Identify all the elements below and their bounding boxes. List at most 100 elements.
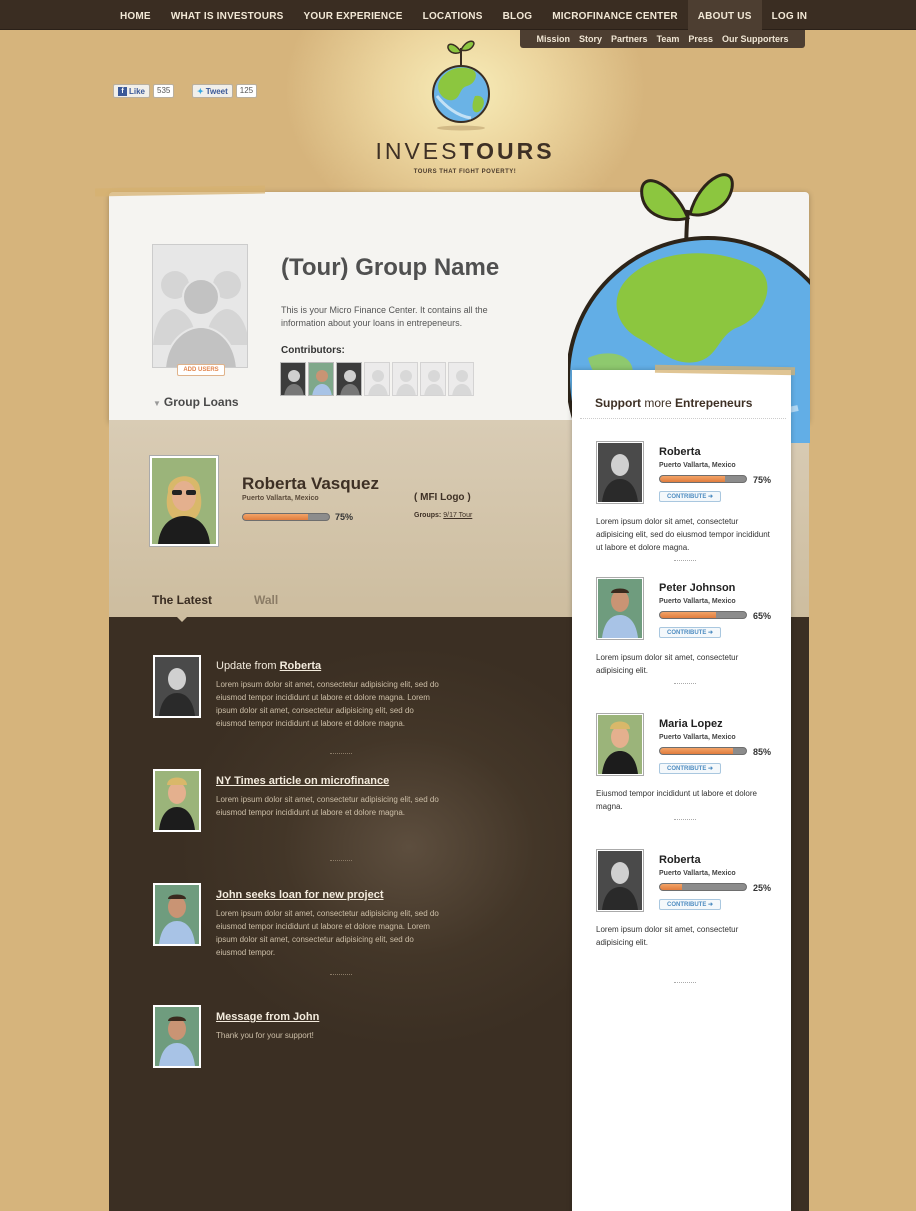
feed-item-title-link[interactable]: Message from John [216, 1011, 319, 1023]
twitter-bird-icon: ✦ [197, 86, 204, 96]
entrepreneur-location: Puerto Vallarta, Mexico [659, 598, 736, 605]
contributor-placeholder[interactable] [448, 362, 474, 396]
like-label: Like [129, 86, 146, 96]
entrepreneur-name[interactable]: Maria Lopez [659, 718, 723, 730]
nav-about-us[interactable]: ABOUT US [687, 0, 762, 30]
group-loans-label: Group Loans [163, 395, 239, 409]
tab-wall[interactable]: Wall [254, 593, 278, 607]
subnav-press[interactable]: Press [688, 34, 713, 44]
tab-the-latest[interactable]: The Latest [152, 593, 212, 607]
feed-thumbnail[interactable] [153, 769, 201, 832]
globe-sprout-logo-icon[interactable] [425, 36, 497, 131]
entrepreneur-location: Puerto Vallarta, Mexico [659, 870, 736, 877]
person-photo-icon [155, 885, 199, 944]
entrepreneur-photo[interactable] [596, 849, 644, 912]
nav-your-experience[interactable]: YOUR EXPERIENCE [294, 0, 413, 30]
entrepreneur-photo[interactable] [596, 577, 644, 640]
contribute-button[interactable]: CONTRIBUTE ➜ [659, 763, 721, 774]
sidebar-entry-divider [674, 819, 696, 820]
sidebar-title: Support more Entrepeneurs [595, 396, 752, 410]
nav-blog[interactable]: BLOG [493, 0, 543, 30]
feed-divider [330, 753, 352, 754]
add-users-button[interactable]: ADD USERS [177, 364, 225, 376]
logo-wordmark[interactable]: INVESTOURS [360, 138, 570, 165]
person-photo-icon [152, 458, 216, 544]
nav-log-in[interactable]: LOG IN [762, 0, 818, 30]
logo-wordmark-light: INVES [375, 138, 460, 164]
logo-tagline: TOURS THAT FIGHT POVERTY! [413, 169, 517, 175]
entrepreneur-name[interactable]: Roberta [659, 854, 701, 866]
subnav-team[interactable]: Team [657, 34, 680, 44]
entrepreneur-name[interactable]: Peter Johnson [659, 582, 735, 594]
subnav-mission[interactable]: Mission [537, 34, 571, 44]
feed-item-title-link[interactable]: John seeks loan for new project [216, 889, 384, 901]
contributor-placeholder[interactable] [392, 362, 418, 396]
group-loans-toggle[interactable]: ▼ Group Loans [153, 395, 239, 409]
contribute-button[interactable]: CONTRIBUTE ➜ [659, 491, 721, 502]
person-silhouette-icon [452, 370, 472, 395]
contribute-button[interactable]: CONTRIBUTE ➜ [659, 899, 721, 910]
contributor-placeholder[interactable] [420, 362, 446, 396]
contribute-button[interactable]: CONTRIBUTE ➜ [659, 627, 721, 638]
facebook-like-button[interactable]: f Like [113, 84, 151, 98]
contributor-avatar[interactable] [336, 362, 362, 396]
person-silhouette-icon [368, 370, 388, 395]
active-tab-indicator [176, 616, 188, 622]
contributor-placeholder[interactable] [364, 362, 390, 396]
entrepreneur-progress-bar [659, 883, 747, 891]
groups-label: Groups: [414, 512, 442, 519]
feed-item-title: Update from Roberta [216, 660, 321, 672]
contributor-avatar[interactable] [308, 362, 334, 396]
nav-locations[interactable]: LOCATIONS [413, 0, 493, 30]
tweet-label: Tweet [205, 86, 228, 96]
entrepreneur-description: Eiusmod tempor incididunt ut labore et d… [596, 789, 757, 811]
entrepreneur-location: Puerto Vallarta, Mexico [659, 734, 736, 741]
profile-percent: 75% [335, 512, 354, 522]
entrepreneur-photo[interactable] [596, 713, 644, 776]
facebook-icon: f [118, 86, 127, 96]
entrepreneur-progress-bar [659, 747, 747, 755]
facebook-like-widget: f Like 535 [113, 84, 175, 98]
tweet-button[interactable]: ✦ Tweet [192, 84, 233, 98]
person-photo-icon [309, 363, 333, 395]
entrepreneur-name[interactable]: Roberta [659, 446, 701, 458]
entrepreneur-photo[interactable] [596, 441, 644, 504]
nav-microfinance-center[interactable]: MICROFINANCE CENTER [542, 0, 687, 30]
feed-thumbnail[interactable] [153, 655, 201, 718]
tweet-count: 125 [235, 84, 258, 98]
feed-author-link[interactable]: Roberta [280, 660, 322, 672]
sidebar-title-part-c: Entrepeneurs [675, 396, 753, 410]
contributors-list [280, 362, 474, 396]
feed-divider [330, 860, 352, 861]
feed-item-body: Lorem ipsum dolor sit amet, consectetur … [216, 909, 439, 957]
profile-photo[interactable] [149, 455, 219, 547]
feed-item-body: Lorem ipsum dolor sit amet, consectetur … [216, 795, 439, 817]
entrepreneur-percent: 65% [753, 611, 772, 621]
mfi-logo-placeholder: ( MFI Logo ) [414, 492, 471, 503]
feed-item-prefix: Update from [216, 660, 280, 672]
group-description: This is your Micro Finance Center. It co… [281, 305, 488, 328]
main-nav: HOME WHAT IS INVESTOURS YOUR EXPERIENCE … [110, 0, 817, 30]
like-count: 535 [153, 84, 175, 98]
subnav-partners[interactable]: Partners [611, 34, 648, 44]
groups-link[interactable]: 9/17 Tour [443, 512, 472, 519]
profile-location: Puerto Vallarta, Mexico [242, 495, 319, 502]
nav-home[interactable]: HOME [110, 0, 161, 30]
contributor-avatar[interactable] [280, 362, 306, 396]
tweet-widget: ✦ Tweet 125 [192, 84, 258, 98]
entrepreneur-progress-bar [659, 611, 747, 619]
person-photo-icon [598, 851, 642, 910]
person-photo-icon [598, 579, 642, 638]
sidebar-title-part-b: more [644, 396, 676, 410]
nav-what-is-investours[interactable]: WHAT IS INVESTOURS [161, 0, 294, 30]
triangle-down-icon: ▼ [153, 399, 161, 408]
feed-item-title-link[interactable]: NY Times article on microfinance [216, 775, 389, 787]
subnav-our-supporters[interactable]: Our Supporters [722, 34, 789, 44]
sidebar-entry-divider [674, 683, 696, 684]
entrepreneur-description: Lorem ipsum dolor sit amet, consectetur … [596, 653, 739, 675]
entrepreneur-progress-fill [660, 612, 716, 618]
feed-thumbnail[interactable] [153, 883, 201, 946]
feed-thumbnail[interactable] [153, 1005, 201, 1068]
person-silhouette-icon [424, 370, 444, 395]
subnav-story[interactable]: Story [579, 34, 602, 44]
